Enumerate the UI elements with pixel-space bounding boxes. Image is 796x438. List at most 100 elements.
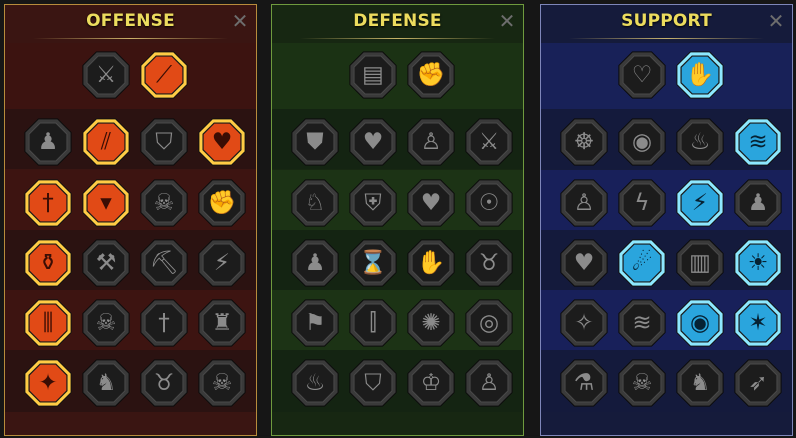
defense-blessing-node[interactable]: ✺ xyxy=(406,298,456,348)
support-blessing-node[interactable]: ⚗ xyxy=(559,358,609,408)
octagon-frame xyxy=(82,299,130,347)
octagon-frame xyxy=(24,359,72,407)
offense-blessing-node[interactable]: † xyxy=(23,178,73,228)
defense-blessing-node[interactable]: ▤ xyxy=(348,50,398,100)
offense-title-divider xyxy=(33,38,228,39)
support-blessing-node[interactable]: ♨ xyxy=(675,117,725,167)
support-blessing-node[interactable]: ⚡ xyxy=(675,178,725,228)
offense-title: OFFENSE xyxy=(86,11,175,31)
octagon-frame xyxy=(291,239,339,287)
defense-blessing-node[interactable]: ✋ xyxy=(406,238,456,288)
offense-blessing-node[interactable]: ♉ xyxy=(139,358,189,408)
defense-blessing-node[interactable]: ♟ xyxy=(290,238,340,288)
octagon-frame xyxy=(140,359,188,407)
octagon-frame xyxy=(618,359,666,407)
octagon-frame xyxy=(560,239,608,287)
defense-blessing-node[interactable]: ♙ xyxy=(406,117,456,167)
support-blessing-node[interactable]: ➶ xyxy=(733,358,783,408)
defense-blessing-node[interactable]: ⚑ xyxy=(290,298,340,348)
offense-blessing-node[interactable]: ♥ xyxy=(197,117,247,167)
defense-title: DEFENSE xyxy=(353,11,442,31)
defense-blessing-node[interactable]: ⌛ xyxy=(348,238,398,288)
defense-blessing-node[interactable]: ⫿ xyxy=(348,298,398,348)
offense-blessing-node[interactable]: ⛏ xyxy=(139,238,189,288)
octagon-frame xyxy=(198,299,246,347)
support-blessing-node[interactable]: ♟ xyxy=(733,178,783,228)
offense-blessing-node[interactable]: ⟋ xyxy=(139,50,189,100)
offense-blessing-node[interactable]: ▾ xyxy=(81,178,131,228)
defense-close-icon[interactable]: ✕ xyxy=(497,11,517,31)
support-blessing-node[interactable]: ≋ xyxy=(733,117,783,167)
support-blessing-node[interactable]: ☸ xyxy=(559,117,609,167)
support-blessing-node[interactable]: ☠ xyxy=(617,358,667,408)
support-blessing-node[interactable]: ☀ xyxy=(733,238,783,288)
offense-blessing-node[interactable]: ⫽ xyxy=(81,117,131,167)
offense-blessing-node[interactable]: ♟ xyxy=(23,117,73,167)
octagon-frame xyxy=(560,118,608,166)
offense-panel: OFFENSE ✕ ⚔ ⟋ ♟ ⫽ ⛉ ♥ † ▾ ☠ ✊ ⚱ ⚒ ⛏ ⚡ ⫼ ☠ † ♜ ✦ ♞ ♉ ☠ xyxy=(4,4,257,436)
octagon-frame xyxy=(618,179,666,227)
support-blessing-node[interactable]: ♥ xyxy=(559,238,609,288)
octagon-frame xyxy=(465,118,513,166)
defense-blessing-node[interactable]: ♔ xyxy=(406,358,456,408)
octagon-frame xyxy=(407,179,455,227)
defense-blessing-node[interactable]: ⚔ xyxy=(464,117,514,167)
defense-blessing-node[interactable]: ☉ xyxy=(464,178,514,228)
octagon-frame xyxy=(291,299,339,347)
offense-blessing-node[interactable]: ♞ xyxy=(81,358,131,408)
defense-blessing-node[interactable]: ⛊ xyxy=(290,117,340,167)
octagon-frame xyxy=(676,299,724,347)
support-blessing-node[interactable]: ♙ xyxy=(559,178,609,228)
octagon-frame xyxy=(676,359,724,407)
support-blessing-node[interactable]: ✧ xyxy=(559,298,609,348)
offense-blessing-node[interactable]: ⛉ xyxy=(139,117,189,167)
octagon-frame xyxy=(407,51,455,99)
defense-blessing-node[interactable]: ♨ xyxy=(290,358,340,408)
support-blessing-node[interactable]: ✶ xyxy=(733,298,783,348)
offense-blessing-node[interactable]: ✦ xyxy=(23,358,73,408)
support-blessing-node[interactable]: ✋ xyxy=(675,50,725,100)
defense-blessing-node[interactable]: ♉ xyxy=(464,238,514,288)
defense-blessing-node[interactable]: ⛉ xyxy=(348,358,398,408)
support-blessing-node[interactable]: ≋ xyxy=(617,298,667,348)
octagon-frame xyxy=(734,359,782,407)
offense-blessing-node[interactable]: ⚱ xyxy=(23,238,73,288)
octagon-frame xyxy=(676,239,724,287)
support-blessing-node[interactable]: ♞ xyxy=(675,358,725,408)
defense-blessing-node[interactable]: ♙ xyxy=(464,358,514,408)
support-blessing-node[interactable]: ▥ xyxy=(675,238,725,288)
defense-blessing-node[interactable]: ◎ xyxy=(464,298,514,348)
octagon-frame xyxy=(618,118,666,166)
octagon-frame xyxy=(349,51,397,99)
offense-blessing-node[interactable]: ☠ xyxy=(139,178,189,228)
octagon-frame xyxy=(560,179,608,227)
offense-blessing-node[interactable]: ✊ xyxy=(197,178,247,228)
offense-blessing-node[interactable]: ⚡ xyxy=(197,238,247,288)
defense-blessing-node[interactable]: ⛨ xyxy=(348,178,398,228)
octagon-frame xyxy=(734,239,782,287)
offense-blessing-node[interactable]: † xyxy=(139,298,189,348)
defense-blessing-node[interactable]: ♘ xyxy=(290,178,340,228)
offense-blessing-node[interactable]: ⚔ xyxy=(81,50,131,100)
offense-blessing-node[interactable]: ♜ xyxy=(197,298,247,348)
offense-blessing-node[interactable]: ⚒ xyxy=(81,238,131,288)
support-blessing-node[interactable]: ☄ xyxy=(617,238,667,288)
support-blessing-node[interactable]: ϟ xyxy=(617,178,667,228)
offense-blessing-node[interactable]: ⫼ xyxy=(23,298,73,348)
support-blessing-node[interactable]: ◉ xyxy=(617,117,667,167)
support-blessing-node[interactable]: ◉ xyxy=(675,298,725,348)
octagon-frame xyxy=(465,239,513,287)
support-blessing-node[interactable]: ♡ xyxy=(617,50,667,100)
offense-blessing-node[interactable]: ☠ xyxy=(81,298,131,348)
octagon-frame xyxy=(24,179,72,227)
offense-blessing-node[interactable]: ☠ xyxy=(197,358,247,408)
offense-close-icon[interactable]: ✕ xyxy=(230,11,250,31)
support-close-icon[interactable]: ✕ xyxy=(766,11,786,31)
defense-blessing-node[interactable]: ♥ xyxy=(348,117,398,167)
octagon-frame xyxy=(82,359,130,407)
support-title: SUPPORT xyxy=(621,11,712,31)
support-title-divider xyxy=(569,38,764,39)
defense-blessing-node[interactable]: ✊ xyxy=(406,50,456,100)
defense-blessing-node[interactable]: ♥ xyxy=(406,178,456,228)
octagon-frame xyxy=(24,118,72,166)
